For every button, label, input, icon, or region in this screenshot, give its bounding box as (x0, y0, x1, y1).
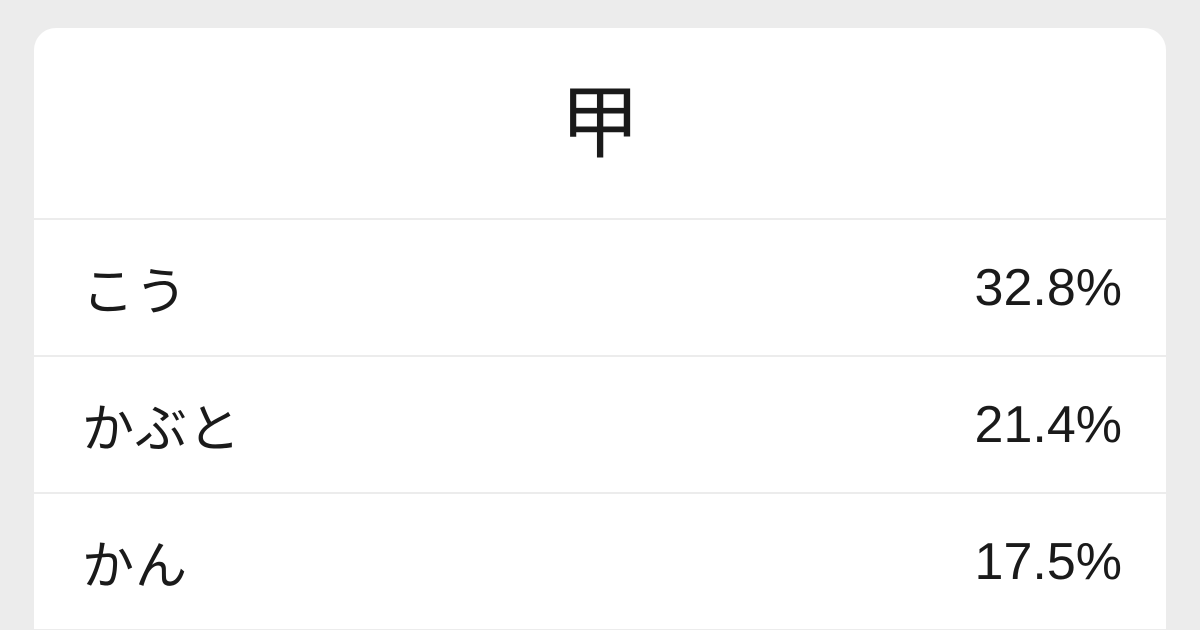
reading-row[interactable]: こう 32.8% (34, 218, 1166, 355)
reading-percent: 17.5% (975, 532, 1122, 592)
reading-percent: 32.8% (975, 258, 1122, 318)
reading-row[interactable]: かん 17.5% (34, 492, 1166, 629)
kanji-card: 甲 こう 32.8% かぶと 21.4% かん 17.5% (34, 28, 1166, 629)
reading-text: こう (82, 250, 188, 325)
reading-row[interactable]: かぶと 21.4% (34, 355, 1166, 492)
reading-text: かん (82, 524, 188, 599)
reading-text: かぶと (82, 387, 241, 462)
card-header: 甲 (34, 28, 1166, 218)
reading-percent: 21.4% (975, 395, 1122, 455)
kanji-character: 甲 (34, 84, 1166, 164)
